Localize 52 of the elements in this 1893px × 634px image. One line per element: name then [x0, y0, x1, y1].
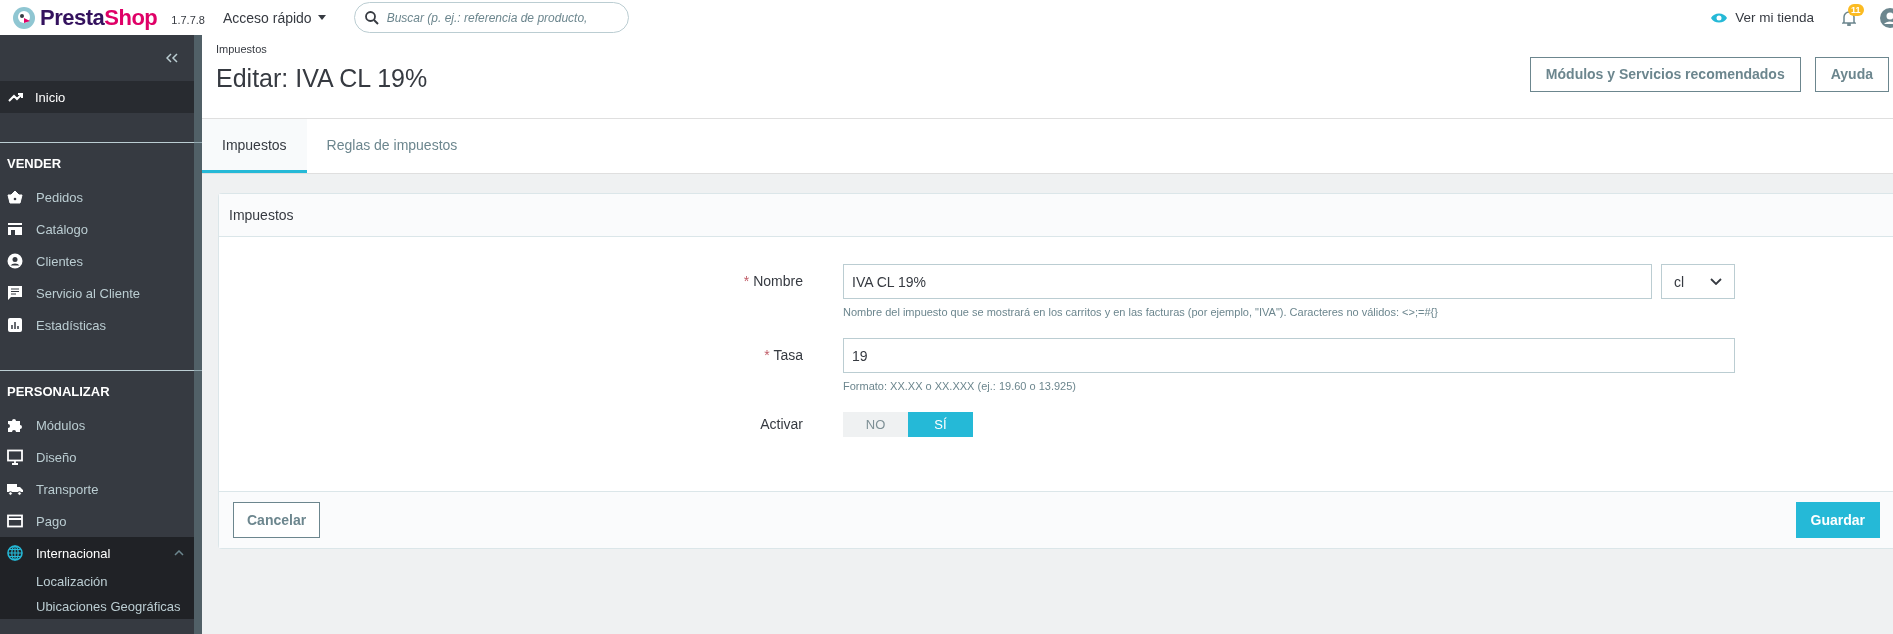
caret-icon[interactable]	[174, 550, 184, 556]
bar-chart-icon	[7, 317, 23, 333]
collapse-icon[interactable]	[166, 53, 178, 63]
header-button[interactable]: Módulos y Servicios recomendados	[1529, 56, 1801, 92]
quick-access-menu[interactable]: Acceso rápido	[218, 9, 330, 26]
sidebar-subitem[interactable]: Localización	[0, 569, 194, 594]
eye-icon	[1710, 11, 1729, 24]
scrollbar[interactable]	[194, 35, 202, 634]
sidebar-item[interactable]: Clientes	[0, 245, 194, 277]
header-button[interactable]: Ayuda	[1814, 56, 1889, 92]
chevron-down-icon	[1710, 278, 1722, 285]
sidebar-item[interactable]: Internacional	[0, 537, 194, 569]
logo[interactable]: PrestaShop	[12, 4, 158, 31]
text-input[interactable]: IVA CL 19%	[843, 264, 1652, 299]
view-store-link[interactable]: Ver mi tienda	[1710, 10, 1814, 25]
globe-icon	[7, 545, 23, 561]
field-label: Activar	[759, 415, 804, 434]
store-icon	[7, 221, 23, 237]
caret-icon	[317, 15, 326, 20]
puzzle-icon	[7, 417, 23, 433]
monitor-icon	[7, 449, 23, 465]
trend-icon	[8, 92, 24, 102]
sidebar-item[interactable]: Transporte	[0, 473, 194, 505]
breadcrumb[interactable]: Impuestos	[216, 43, 1893, 55]
help-text: Nombre del impuesto que se mostrará en los carritos y en las facturas (por ejemplo, "IVA"). Caracteres no válidos: <>;=#{}	[843, 306, 1439, 318]
search-field[interactable]: Buscar (p. ej.: referencia de producto,	[353, 2, 629, 33]
cancel-button[interactable]: Cancelar	[233, 502, 321, 538]
sidebar-subitem[interactable]: Ubicaciones Geográficas	[0, 594, 194, 619]
field-label: * Nombre	[742, 272, 804, 291]
sidebar-item[interactable]: Servicio al Cliente	[0, 277, 194, 309]
sidebar-item[interactable]: Catálogo	[0, 213, 194, 245]
sidebar-item[interactable]: Pago	[0, 505, 194, 537]
text-input[interactable]: 19	[843, 338, 1735, 373]
tab[interactable]: Impuestos	[202, 119, 307, 173]
credit-card-icon	[7, 513, 23, 529]
panel-title: Impuestos	[219, 194, 1893, 237]
sidebar-item[interactable]: Diseño	[0, 441, 194, 473]
help-text: Formato: XX.XX o XX.XXX (ej.: 19.60 o 13.925)	[843, 380, 1077, 392]
user-icon	[7, 253, 23, 269]
sidebar-item[interactable]: Estadísticas	[0, 309, 194, 341]
puffin-logo-icon	[12, 5, 36, 30]
basket-icon	[7, 189, 23, 205]
sidebar-item[interactable]: Pedidos	[0, 181, 194, 213]
chat-icon	[7, 285, 23, 301]
truck-icon	[7, 481, 23, 497]
version-label: 1.7.7.8	[171, 13, 205, 26]
field-label: * Tasa	[763, 346, 804, 365]
language-select[interactable]: cl	[1661, 264, 1735, 299]
sidebar-item[interactable]: Inicio	[0, 81, 194, 113]
notification-badge: 11	[1848, 3, 1864, 16]
page-title: Editar: IVA CL 19%	[216, 64, 428, 93]
sidebar-item[interactable]: Módulos	[0, 409, 194, 441]
